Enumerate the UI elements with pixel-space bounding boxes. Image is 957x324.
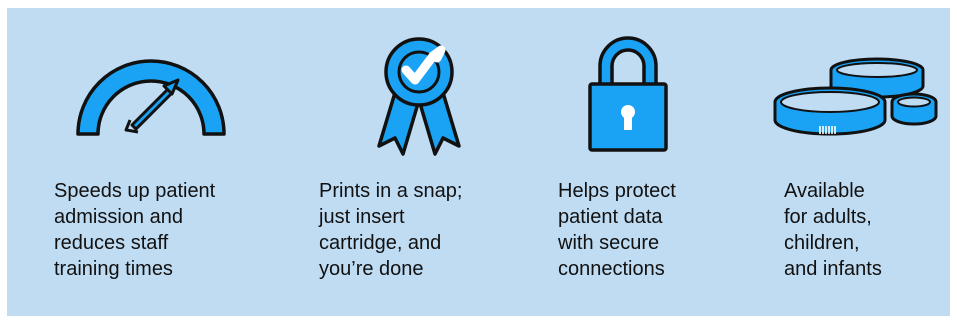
feature-caption: Available for adults, children, and infa… (784, 180, 882, 280)
feature-security: Helps protect patient data with secure c… (558, 8, 738, 316)
ribbon-badge-icon (377, 37, 461, 156)
speedometer-icon (76, 59, 226, 136)
feature-speed: Speeds up patient admission and reduces … (54, 8, 274, 316)
padlock-icon (588, 36, 668, 152)
features-panel: Speeds up patient admission and reduces … (7, 8, 950, 316)
feature-wristbands: Available for adults, children, and infa… (773, 8, 954, 316)
feature-caption: Speeds up patient admission and reduces … (54, 180, 216, 280)
feature-caption: Prints in a snap; just insert cartridge,… (319, 180, 463, 280)
feature-caption: Helps protect patient data with secure c… (558, 180, 676, 280)
feature-print: Prints in a snap; just insert cartridge,… (319, 8, 519, 316)
wristbands-icon (773, 57, 938, 136)
